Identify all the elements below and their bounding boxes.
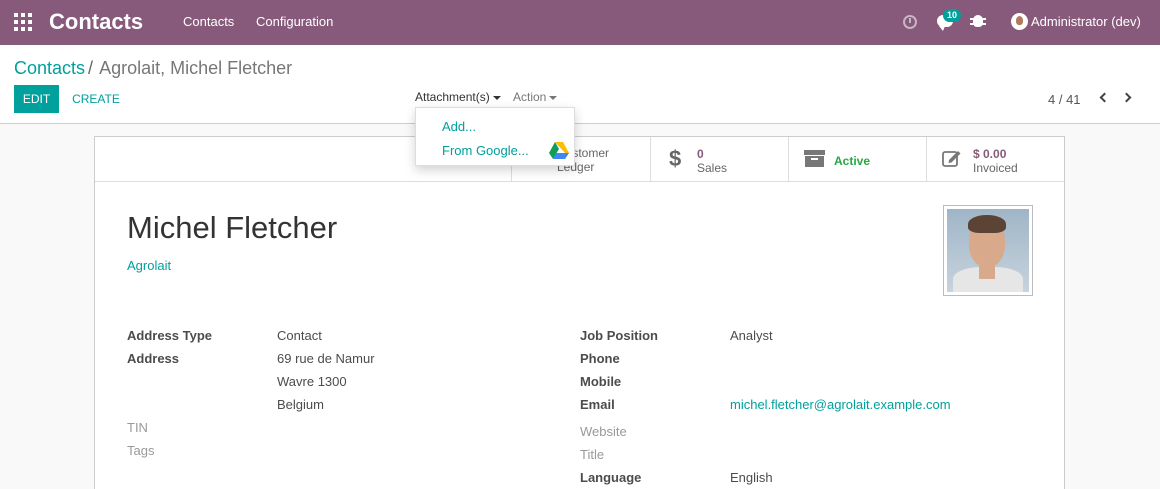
address-street[interactable]: 69 rue de Namur (277, 351, 375, 366)
action-dropdown-toggle[interactable]: Action (513, 90, 558, 104)
create-button[interactable]: CREATE (65, 85, 127, 113)
invoiced-stat: $ 0.00 Invoiced (973, 147, 1018, 175)
user-menu[interactable]: Administrator (dev) (1031, 14, 1141, 29)
breadcrumb-separator: / (88, 58, 94, 78)
contact-photo[interactable] (943, 205, 1033, 296)
activity-clock-icon[interactable] (903, 15, 917, 29)
user-avatar[interactable] (1011, 13, 1028, 30)
google-drive-icon (549, 142, 569, 159)
apps-grid-icon[interactable] (14, 13, 32, 31)
attachments-dropdown-menu: Add... From Google... (415, 107, 575, 166)
debug-bug-icon[interactable] (970, 15, 986, 27)
address-type-value[interactable]: Contact (277, 328, 322, 343)
breadcrumb: Contacts / Agrolait, Michel Fletcher (14, 58, 292, 79)
pager-next-button[interactable] (1121, 90, 1136, 106)
chevron-left-icon (1099, 92, 1110, 103)
job-position-value[interactable]: Analyst (730, 328, 773, 343)
title-label: Title (580, 447, 605, 462)
attachments-dropdown-toggle[interactable]: Attachment(s) (415, 90, 501, 104)
breadcrumb-current: Agrolait, Michel Fletcher (99, 58, 293, 78)
archive-icon (804, 150, 825, 167)
mobile-label: Mobile (580, 374, 622, 389)
breadcrumb-contacts-link[interactable]: Contacts (14, 58, 85, 78)
job-position-label: Job Position (580, 328, 658, 343)
caret-down-icon (549, 95, 558, 100)
menu-configuration[interactable]: Configuration (256, 14, 333, 29)
attachment-add-item[interactable]: Add... (442, 119, 476, 134)
tin-label: TIN (127, 420, 148, 435)
website-label: Website (580, 424, 627, 439)
invoiced-stat-button[interactable]: $ 0.00 Invoiced (926, 137, 1066, 181)
action-label: Action (513, 90, 547, 104)
app-title: Contacts (49, 9, 144, 34)
address-country[interactable]: Belgium (277, 397, 324, 412)
active-toggle-button[interactable]: Active (788, 137, 926, 181)
top-navbar: Contacts Contacts Configuration 10 Admin… (0, 0, 1160, 45)
caret-down-icon (492, 95, 501, 100)
notification-badge: 10 (943, 9, 962, 22)
language-value[interactable]: English (730, 470, 773, 485)
sales-stat-button[interactable]: $ 0 Sales (650, 137, 789, 181)
attachment-google-item[interactable]: From Google... (442, 143, 529, 158)
chevron-right-icon (1121, 92, 1132, 103)
company-link[interactable]: Agrolait (127, 258, 171, 273)
stat-button-box: Customer Ledger $ 0 Sales Active $ 0.00 (95, 137, 1064, 182)
email-label: Email (580, 397, 615, 412)
control-panel: Contacts / Agrolait, Michel Fletcher EDIT … (0, 45, 1160, 124)
pager-value[interactable]: 4 / 41 (1048, 92, 1081, 107)
contact-name[interactable]: Michel Fletcher (127, 210, 337, 246)
sales-stat: 0 Sales (697, 147, 728, 175)
menu-contacts[interactable]: Contacts (183, 14, 234, 29)
language-label: Language (580, 470, 642, 485)
form-sheet: Customer Ledger $ 0 Sales Active $ 0.00 (94, 136, 1065, 489)
address-label: Address (127, 351, 180, 366)
contact-photo-image (947, 209, 1029, 292)
phone-label: Phone (580, 351, 620, 366)
pager-previous-button[interactable] (1096, 90, 1110, 106)
tags-label: Tags (127, 443, 155, 458)
edit-pencil-icon (942, 151, 961, 167)
active-label: Active (834, 154, 871, 168)
address-type-label: Address Type (127, 328, 213, 343)
address-city-zip[interactable]: Wavre 1300 (277, 374, 347, 389)
email-link[interactable]: michel.fletcher@agrolait.example.com (730, 397, 951, 412)
edit-button[interactable]: EDIT (14, 85, 59, 113)
attachments-label: Attachment(s) (415, 90, 490, 104)
dollar-icon: $ (669, 146, 682, 171)
